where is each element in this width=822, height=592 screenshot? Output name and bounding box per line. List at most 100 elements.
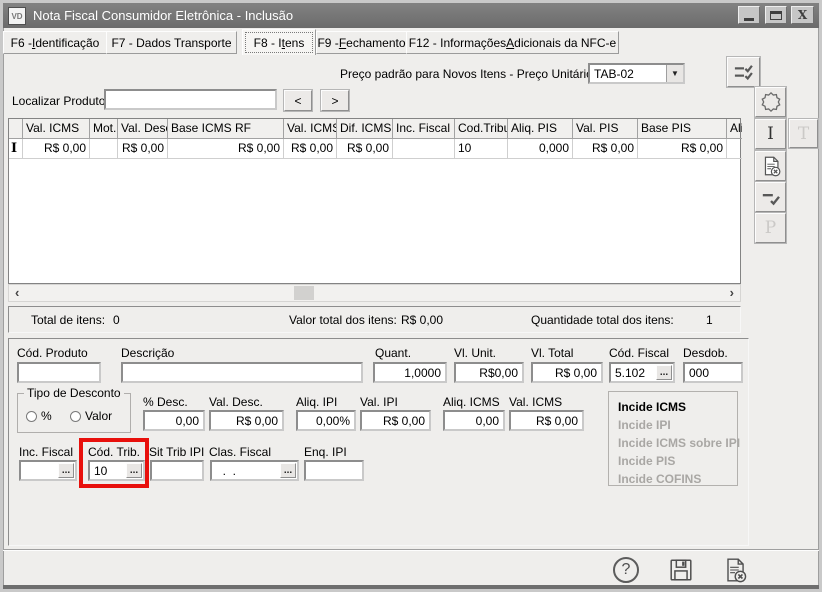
perc-desc-input[interactable]: 0,00 — [143, 410, 205, 431]
incidence-panel: Incide ICMS Incide IPI Incide ICMS sobre… — [608, 391, 738, 486]
grid-col-selector[interactable] — [9, 119, 23, 139]
scroll-right-icon[interactable]: › — [730, 285, 734, 300]
vl-total-label: Vl. Total — [531, 346, 573, 360]
cod-produto-input[interactable] — [17, 362, 101, 383]
total-qty-value: 1 — [706, 313, 713, 327]
letter-p-button: P — [755, 213, 786, 243]
app-icon: VD — [8, 7, 26, 25]
val-desc-label: Val. Desc. — [209, 395, 263, 409]
clas-fiscal-lookup-button[interactable]: ... — [280, 463, 296, 478]
clas-fiscal-label: Clas. Fiscal — [209, 445, 271, 459]
letter-i-label: I — [767, 124, 774, 144]
grid-col-aliq-cut[interactable]: Aliq — [727, 119, 742, 139]
minimize-icon — [744, 18, 754, 21]
save-button[interactable] — [666, 555, 696, 585]
tab-f12-informacoes-adicionais[interactable]: F12 - Informações Adicionais da NFC-e — [406, 31, 619, 54]
price-table-value: TAB-02 — [590, 67, 666, 81]
confirm-check-button[interactable] — [755, 182, 786, 212]
perc-desc-label: % Desc. — [143, 395, 188, 409]
close-button[interactable]: X — [791, 6, 814, 24]
radio-percent[interactable] — [26, 411, 37, 422]
tab-label: dentificação — [35, 36, 99, 50]
sit-trib-ipi-input[interactable] — [150, 460, 204, 481]
cod-fiscal-lookup-button[interactable]: ... — [656, 365, 672, 380]
grid-col-dif-icms[interactable]: Dif. ICMS R — [337, 119, 393, 139]
grid-col-val-icms[interactable]: Val. ICMS — [23, 119, 90, 139]
inc-fiscal-input[interactable]: ... — [19, 460, 77, 481]
list-check-button[interactable] — [727, 57, 760, 87]
cancel-document-icon — [721, 556, 749, 584]
aliq-ipi-input[interactable]: 0,00% — [296, 410, 356, 431]
val-desc-input[interactable]: R$ 0,00 — [209, 410, 284, 431]
inc-fiscal-lookup-button[interactable]: ... — [58, 463, 74, 478]
perc-desc-value: 0,00 — [176, 414, 199, 428]
val-icms-input[interactable]: R$ 0,00 — [509, 410, 584, 431]
locate-product-input[interactable] — [104, 89, 277, 110]
letter-t-button: T — [789, 119, 818, 148]
scroll-left-icon[interactable]: ‹ — [15, 285, 19, 300]
descricao-label: Descrição — [121, 346, 174, 360]
aliq-icms-input[interactable]: 0,00 — [443, 410, 505, 431]
grid-col-val-desor[interactable]: Val. Desor — [118, 119, 168, 139]
cod-trib-lookup-button[interactable]: ... — [126, 463, 142, 478]
items-grid: Val. ICMS Mot. Val. Desor Base ICMS RF V… — [8, 118, 741, 284]
cell-dif-icms: R$ 0,00 — [337, 139, 393, 159]
incide-pis-indicator: Incide PIS — [618, 452, 728, 470]
grid-col-mot[interactable]: Mot. — [90, 119, 118, 139]
grid-row[interactable]: I R$ 0,00 R$ 0,00 R$ 0,00 R$ 0,00 R$ 0,0… — [9, 139, 740, 159]
tab-label: F9 - — [317, 36, 338, 50]
tab-label: ens — [285, 36, 304, 50]
grid-col-val-pis[interactable]: Val. PIS — [573, 119, 638, 139]
tab-f8-itens[interactable]: F8 - Itens — [242, 29, 316, 55]
val-ipi-input[interactable]: R$ 0,00 — [360, 410, 431, 431]
cell-val-icms: R$ 0,00 — [23, 139, 90, 159]
clas-fiscal-input[interactable]: . . ... — [210, 460, 299, 481]
grid-col-inc-fiscal[interactable]: Inc. Fiscal — [393, 119, 455, 139]
tipo-desconto-groupbox: Tipo de Desconto % Valor — [17, 393, 131, 433]
grid-horizontal-scrollbar[interactable]: ‹ › — [8, 284, 741, 302]
grid-col-aliq-pis[interactable]: Aliq. PIS — [508, 119, 573, 139]
cod-trib-label: Cód. Trib. — [88, 445, 140, 459]
grid-col-val-icms-2[interactable]: Val. ICMS — [284, 119, 337, 139]
chevron-down-icon[interactable]: ▼ — [666, 65, 683, 82]
next-item-button[interactable]: > — [321, 90, 349, 111]
help-button[interactable]: ? — [612, 556, 640, 584]
descricao-input[interactable] — [121, 362, 363, 383]
grid-col-base-pis[interactable]: Base PIS — [638, 119, 727, 139]
minimize-button[interactable] — [738, 6, 760, 24]
letter-i-button[interactable]: I — [755, 119, 786, 149]
tab-label: F6 - — [11, 36, 32, 50]
desdob-input[interactable]: 000 — [683, 362, 743, 383]
maximize-button[interactable] — [765, 6, 787, 24]
tab-f6-identificacao[interactable]: F6 - Identificação — [3, 31, 107, 54]
incide-cofins-indicator: Incide COFINS — [618, 470, 728, 488]
vl-unit-label: Vl. Unit. — [454, 346, 496, 360]
price-table-select[interactable]: TAB-02 ▼ — [588, 63, 685, 84]
scrollbar-thumb[interactable] — [294, 286, 314, 300]
star-burst-button[interactable] — [755, 87, 786, 117]
radio-valor[interactable] — [70, 411, 81, 422]
locate-product-label: Localizar Produto — [12, 94, 105, 108]
grid-col-cod-tribut[interactable]: Cod.Tribut — [455, 119, 508, 139]
vl-unit-value: R$0,00 — [479, 366, 518, 380]
desdob-label: Desdob. — [683, 346, 728, 360]
cod-fiscal-input[interactable]: 5.102 ... — [609, 362, 675, 383]
cod-trib-input[interactable]: 10 ... — [88, 460, 145, 481]
cancel-document-button[interactable] — [720, 555, 750, 585]
vl-total-input[interactable]: R$ 0,00 — [531, 362, 603, 383]
enq-ipi-label: Enq. IPI — [304, 445, 347, 459]
document-cancel-button[interactable] — [755, 151, 786, 181]
tab-f9-fechamento[interactable]: F9 - Fechamento — [316, 31, 407, 54]
total-items-label: Total de itens: — [31, 313, 105, 327]
aliq-icms-label: Aliq. ICMS — [443, 395, 500, 409]
enq-ipi-input[interactable] — [304, 460, 364, 481]
cod-produto-label: Cód. Produto — [17, 346, 88, 360]
row-selector-cell: I — [9, 139, 23, 159]
quant-input[interactable]: 1,0000 — [373, 362, 447, 383]
cell-val-pis: R$ 0,00 — [573, 139, 638, 159]
app-window: VD Nota Fiscal Consumidor Eletrônica - I… — [0, 0, 822, 592]
prev-item-button[interactable]: < — [284, 90, 312, 111]
vl-unit-input[interactable]: R$0,00 — [454, 362, 524, 383]
tab-f7-dados-transporte[interactable]: F7 - Dados Transporte — [106, 31, 237, 54]
grid-col-base-icms-rf[interactable]: Base ICMS RF — [168, 119, 284, 139]
